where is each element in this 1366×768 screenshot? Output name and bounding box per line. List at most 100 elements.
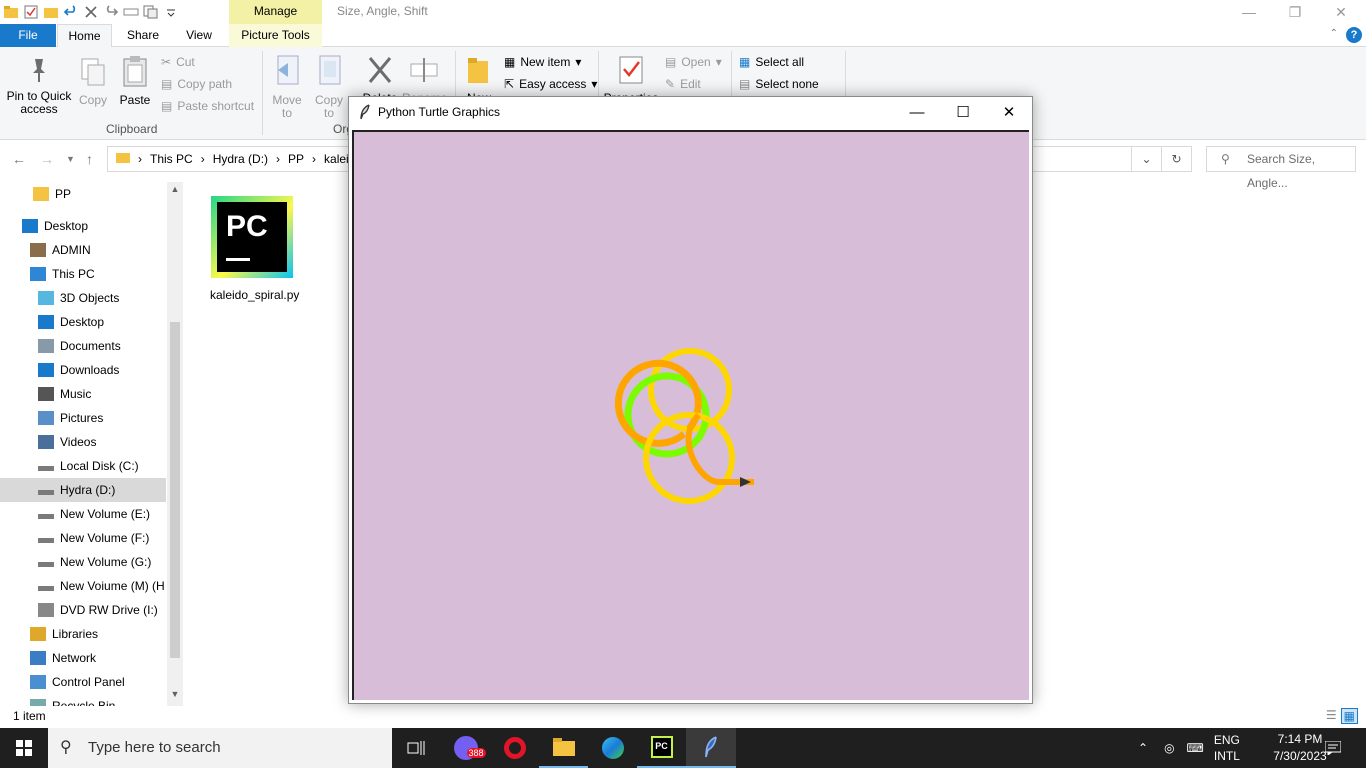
scroll-up-icon[interactable]: ▲ — [167, 184, 183, 200]
manage-context-tab[interactable]: Manage — [229, 0, 322, 24]
sidebar-item-desktop[interactable]: Desktop — [0, 310, 166, 334]
copy-to-button[interactable]: Copy to — [312, 55, 346, 120]
sidebar-item-recycle-bin[interactable]: Recycle Bin — [0, 694, 166, 706]
sidebar-item-desktop[interactable]: Desktop — [0, 214, 166, 238]
delete-icon — [360, 55, 400, 88]
language-indicator[interactable]: ENG INTL — [1214, 732, 1240, 764]
search-box[interactable]: ⚲ Search Size, Angle... — [1206, 146, 1356, 190]
turtle-minimize-button[interactable]: — — [894, 97, 940, 127]
sidebar-item-downloads[interactable]: Downloads — [0, 358, 166, 382]
up-arrow-icon[interactable]: ↑ — [86, 151, 93, 167]
sidebar-item-new-volume-g[interactable]: New Volume (G:) — [0, 550, 166, 574]
minimize-button[interactable]: — — [1226, 0, 1272, 24]
paste-button[interactable]: Paste — [118, 55, 152, 107]
refresh-icon[interactable]: ↻ — [1161, 147, 1191, 171]
sidebar-item-libraries[interactable]: Libraries — [0, 622, 166, 646]
move-to-button[interactable]: Move to — [270, 55, 304, 120]
sidebar-item-3d-objects[interactable]: 3D Objects — [0, 286, 166, 310]
sidebar-item-music[interactable]: Music — [0, 382, 166, 406]
sidebar-item-videos[interactable]: Videos — [0, 430, 166, 454]
wifi-icon[interactable]: ◎ — [1164, 741, 1174, 755]
sidebar-item-dvd-rw-drive-i[interactable]: DVD RW Drive (I:) — [0, 598, 166, 622]
pycharm-app-icon[interactable]: PC — [637, 728, 686, 768]
collapse-ribbon-icon[interactable]: ⌃ — [1330, 28, 1338, 39]
copy-button[interactable]: Copy — [76, 57, 110, 107]
file-item[interactable]: PC kaleido_spiral.py — [210, 196, 299, 302]
nav-scrollbar-thumb[interactable] — [170, 322, 180, 658]
sidebar-item-new-volume-f[interactable]: New Volume (F:) — [0, 526, 166, 550]
recent-locations-icon[interactable]: ▼ — [66, 154, 75, 164]
pin-quick-access-button[interactable]: Pin to Quick access — [6, 57, 72, 116]
new-folder-icon[interactable] — [42, 3, 60, 21]
copy-path-button[interactable]: ▤ Copy path — [161, 74, 232, 94]
sidebar-item-admin[interactable]: ADMIN — [0, 238, 166, 262]
select-none-button[interactable]: ▤ Select none — [739, 74, 819, 94]
redo-icon[interactable] — [102, 3, 120, 21]
breadcrumb-this-pc[interactable]: This PC — [150, 152, 193, 166]
edge-app-icon[interactable] — [588, 728, 637, 768]
file-explorer-app-icon[interactable] — [539, 728, 588, 768]
tab-share[interactable]: Share — [122, 24, 164, 47]
new-item-button[interactable]: ▦ New item ▾ — [504, 52, 581, 72]
select-all-icon: ▦ — [739, 55, 751, 69]
music-icon — [38, 387, 54, 401]
new-item-icon: ▦ — [504, 55, 516, 69]
sidebar-item-local-disk-c[interactable]: Local Disk (C:) — [0, 454, 166, 478]
taskbar-search[interactable]: ⚲ Type here to search — [48, 728, 392, 768]
copy-to-icon[interactable] — [142, 3, 160, 21]
easy-access-button[interactable]: ⇱ Easy access ▾ — [504, 74, 597, 94]
start-button[interactable] — [0, 728, 48, 768]
tab-picture-tools[interactable]: Picture Tools — [229, 24, 322, 47]
paste-shortcut-button[interactable]: ▤ Paste shortcut — [161, 96, 254, 116]
sidebar-item-documents[interactable]: Documents — [0, 334, 166, 358]
sidebar-item-hydra-d[interactable]: Hydra (D:) — [0, 478, 166, 502]
sidebar-item-this-pc[interactable]: This PC — [0, 262, 166, 286]
back-arrow-icon[interactable]: ← — [12, 151, 26, 167]
details-view-icon[interactable]: ☰ — [1326, 708, 1337, 724]
sidebar-item-new-volume-e[interactable]: New Volume (E:) — [0, 502, 166, 526]
copy-label: Copy — [78, 93, 107, 107]
close-button[interactable]: ✕ — [1318, 0, 1364, 24]
breadcrumb-pp[interactable]: PP — [288, 152, 304, 166]
help-icon[interactable]: ? — [1346, 27, 1362, 43]
task-view-icon[interactable] — [392, 728, 441, 768]
drive-icon — [38, 585, 54, 591]
turtle-maximize-button[interactable]: ☐ — [940, 97, 986, 127]
system-tray: ⌃ ◎ ⌨ ENG INTL — [1138, 728, 1240, 768]
sidebar-item-new-voiume-m-h[interactable]: New Voiume (M) (H — [0, 574, 166, 598]
edit-button[interactable]: ✎ Edit — [665, 74, 701, 94]
python-feather-app-icon[interactable] — [686, 728, 736, 768]
delete-x-icon[interactable] — [82, 3, 100, 21]
turtle-close-button[interactable]: ✕ — [986, 97, 1032, 127]
easy-access-icon: ⇱ — [504, 77, 515, 91]
properties-check-icon[interactable] — [22, 3, 40, 21]
pycharm-file-icon: PC — [211, 196, 293, 278]
tab-file[interactable]: File — [0, 24, 56, 47]
viber-app-icon[interactable]: 388 — [441, 728, 490, 768]
opera-app-icon[interactable] — [490, 728, 539, 768]
undo-icon[interactable] — [62, 3, 80, 21]
scroll-down-icon[interactable]: ▼ — [167, 689, 183, 705]
large-icons-view-icon[interactable]: ▦ — [1340, 708, 1358, 724]
breadcrumb-hydra[interactable]: Hydra (D:) — [213, 152, 268, 166]
customize-qat-icon[interactable] — [162, 3, 180, 21]
restore-button[interactable]: ❐ — [1272, 0, 1318, 24]
status-bar-count: 1 item — [13, 709, 46, 723]
select-all-button[interactable]: ▦ Select all — [739, 52, 804, 72]
show-hidden-icons-icon[interactable]: ⌃ — [1138, 741, 1148, 755]
action-center-icon[interactable] — [1310, 728, 1355, 768]
open-button[interactable]: ▤ Open ▾ — [665, 52, 722, 72]
turtle-canvas[interactable] — [352, 130, 1029, 700]
cut-button[interactable]: ✂ Cut — [161, 52, 195, 72]
sidebar-item-pp[interactable]: PP — [0, 182, 166, 206]
address-dropdown-icon[interactable]: ⌄ — [1131, 147, 1161, 171]
edit-icon: ✎ — [665, 77, 676, 91]
sidebar-item-network[interactable]: Network — [0, 646, 166, 670]
tab-home[interactable]: Home — [57, 24, 112, 47]
sidebar-item-pictures[interactable]: Pictures — [0, 406, 166, 430]
tab-view[interactable]: View — [180, 24, 218, 47]
rename-icon[interactable] — [122, 3, 140, 21]
sidebar-item-control-panel[interactable]: Control Panel — [0, 670, 166, 694]
forward-arrow-icon[interactable]: → — [40, 151, 54, 167]
keyboard-icon[interactable]: ⌨ — [1187, 741, 1204, 755]
